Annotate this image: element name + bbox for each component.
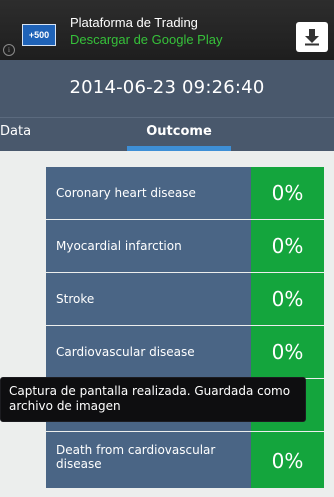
toast-notification: Captura de pantalla realizada. Guardada … — [0, 377, 306, 422]
outcome-row-cardiovascular-disease[interactable]: Cardiovascular disease 0% — [46, 326, 324, 378]
outcome-value: 0% — [251, 432, 324, 488]
download-arrow-icon — [305, 29, 319, 46]
ad-logo[interactable]: +500 — [22, 24, 56, 46]
outcome-value: 0% — [251, 167, 324, 219]
tab-data[interactable]: Data — [0, 118, 100, 151]
outcome-value: 0% — [251, 273, 324, 325]
info-icon[interactable]: i — [3, 44, 15, 56]
ad-title[interactable]: Plataforma de Trading — [70, 15, 198, 30]
outcome-label: Coronary heart disease — [56, 186, 196, 200]
tab-selected-indicator — [127, 146, 231, 151]
outcome-label: Death from cardiovascular disease — [56, 443, 216, 471]
outcome-row-myocardial-infarction[interactable]: Myocardial infarction 0% — [46, 220, 324, 272]
outcome-label: Cardiovascular disease — [56, 345, 195, 359]
outcome-row-coronary-heart-disease[interactable]: Coronary heart disease 0% — [46, 167, 324, 219]
outcome-row-stroke[interactable]: Stroke 0% — [46, 273, 324, 325]
header: 2014-06-23 09:26:40 — [0, 60, 334, 117]
outcome-row-death-from-cardiovascular-disease[interactable]: Death from cardiovascular disease 0% — [46, 432, 324, 488]
outcome-value: 0% — [251, 326, 324, 378]
ad-banner[interactable]: +500 i Plataforma de Trading Descargar d… — [0, 0, 334, 60]
ad-download-button[interactable] — [296, 22, 328, 52]
timestamp: 2014-06-23 09:26:40 — [69, 77, 265, 98]
outcome-value: 0% — [251, 220, 324, 272]
ad-subtitle[interactable]: Descargar de Google Play — [70, 32, 222, 47]
outcome-label: Stroke — [56, 292, 95, 306]
outcome-label: Myocardial infarction — [56, 239, 182, 253]
tab-bar: Data Outcome — [0, 117, 334, 151]
